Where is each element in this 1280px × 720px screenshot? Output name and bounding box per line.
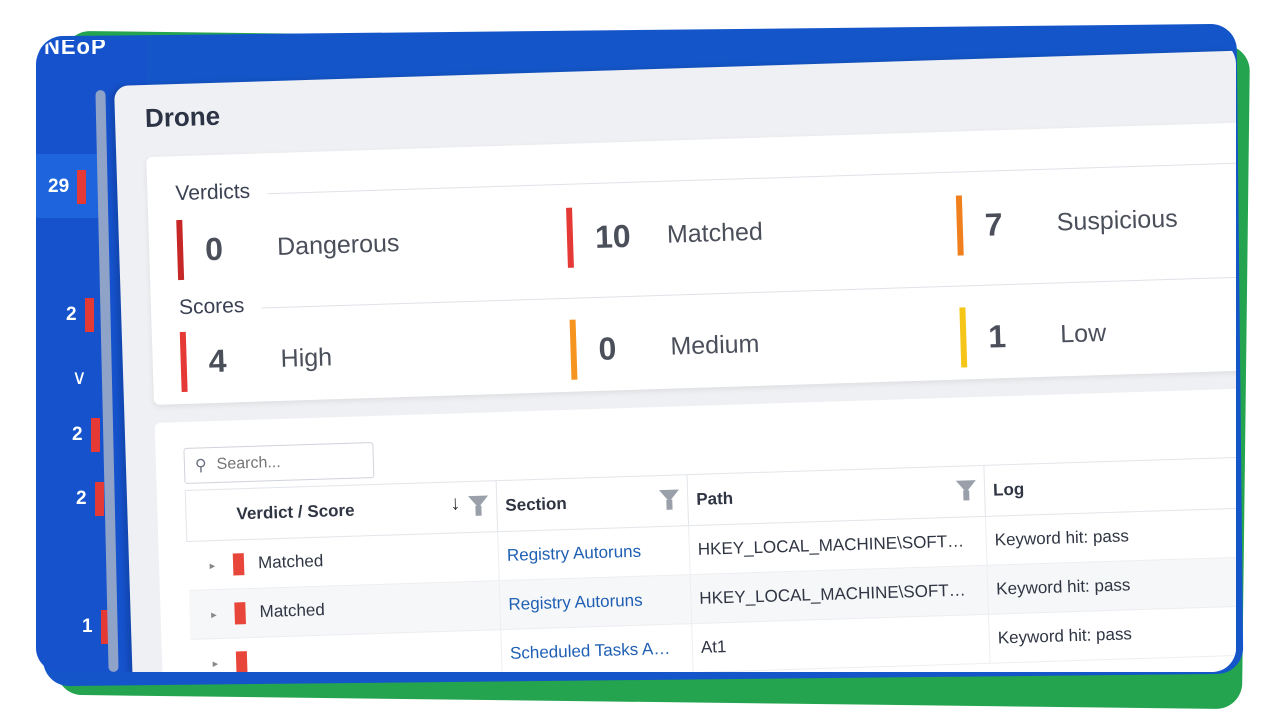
verdict-cell: Matched <box>257 551 324 573</box>
expand-caret-icon[interactable]: ▸ <box>211 610 217 622</box>
filter-icon[interactable] <box>658 489 680 503</box>
stat-value: 10 <box>594 217 632 255</box>
verdict-color-bar <box>234 602 246 625</box>
stat-value: 7 <box>984 205 1004 243</box>
sidebar-item-3[interactable]: 2 <box>72 418 100 452</box>
search-box[interactable]: ⚲ <box>183 442 375 484</box>
stat-low[interactable]: 1 Low <box>959 303 1107 368</box>
verdicts-label: Verdicts <box>175 179 251 206</box>
path-cell: At1 <box>700 637 727 657</box>
sidebar-item-2[interactable]: 2 <box>66 298 94 332</box>
sidebar-item-1[interactable]: 29 <box>48 170 87 204</box>
chevron-down-icon[interactable]: ∨ <box>72 365 87 390</box>
verdict-cell: Matched <box>259 600 326 622</box>
results-table: Verdict / Score ↓ Section Path Log ▸ Mat… <box>185 456 1236 672</box>
column-header-section[interactable]: Section <box>496 474 689 532</box>
expand-caret-icon[interactable]: ▸ <box>213 658 219 670</box>
section-link[interactable]: Registry Autoruns <box>508 591 643 614</box>
log-cell: Keyword hit: pass <box>995 575 1131 599</box>
severity-bar <box>94 482 104 516</box>
summary-card: Verdicts 0 Dangerous 10 Matched 7 Suspic… <box>146 121 1236 405</box>
expand-caret-icon[interactable]: ▸ <box>209 561 215 573</box>
column-header-log[interactable]: Log <box>983 456 1236 517</box>
brand-logo: NEoP <box>44 40 107 59</box>
filter-icon[interactable] <box>955 480 977 493</box>
verdict-color-bar <box>235 651 248 672</box>
sidebar-item-4[interactable]: 2 <box>76 482 104 516</box>
filter-icon[interactable] <box>468 495 489 509</box>
section-link[interactable]: Scheduled Tasks A… <box>510 639 671 663</box>
verdicts-divider <box>267 162 1236 195</box>
stat-color-bar <box>569 319 578 380</box>
path-cell: HKEY_LOCAL_MACHINE\SOFT… <box>697 531 965 559</box>
stat-color-bar <box>176 219 185 281</box>
stat-matched[interactable]: 10 Matched <box>566 202 764 268</box>
sidebar-item-count: 2 <box>66 304 77 325</box>
section-link[interactable]: Registry Autoruns <box>507 542 642 565</box>
stat-label: Suspicious <box>1056 204 1179 236</box>
stat-label: High <box>280 342 333 373</box>
severity-bar <box>77 170 87 204</box>
verdict-cell <box>261 651 262 670</box>
stat-dangerous[interactable]: 0 Dangerous <box>176 213 400 281</box>
stat-color-bar <box>955 195 964 256</box>
main-panel: Drone Verdicts 0 Dangerous 10 Matched 7 … <box>114 50 1236 672</box>
severity-bar <box>84 298 94 332</box>
sidebar-item-count: 2 <box>72 424 83 445</box>
stat-label: Dangerous <box>276 228 400 261</box>
verdict-color-bar <box>232 553 245 576</box>
stat-medium[interactable]: 0 Medium <box>569 314 761 380</box>
scores-label: Scores <box>178 294 245 320</box>
search-icon: ⚲ <box>194 457 207 475</box>
stat-color-bar <box>566 207 574 268</box>
column-header-path[interactable]: Path <box>686 465 986 526</box>
severity-bar <box>90 418 100 452</box>
page-title: Drone <box>144 100 221 134</box>
stat-value: 4 <box>208 342 228 379</box>
sidebar-item-count: 1 <box>82 616 93 637</box>
stat-suspicious[interactable]: 7 Suspicious <box>955 189 1179 256</box>
path-cell: HKEY_LOCAL_MACHINE\SOFT… <box>699 580 966 608</box>
log-cell: Keyword hit: pass <box>994 526 1130 550</box>
results-card: ⚲ Verdict / Score ↓ Section <box>154 387 1236 672</box>
stat-label: Low <box>1059 318 1107 348</box>
stat-value: 0 <box>597 329 617 367</box>
sidebar-item-5[interactable]: 1 <box>82 610 110 644</box>
stat-high[interactable]: 4 High <box>179 327 333 393</box>
stat-value: 1 <box>987 317 1007 355</box>
stat-value: 0 <box>204 230 224 267</box>
column-header-verdict[interactable]: Verdict / Score ↓ <box>185 480 498 542</box>
stat-color-bar <box>959 307 968 368</box>
sidebar-item-count: 2 <box>76 488 87 509</box>
sort-arrow-icon[interactable]: ↓ <box>450 492 461 515</box>
log-cell: Keyword hit: pass <box>997 624 1133 648</box>
app-window: NEoP 29 2 ∨ 2 2 1 Drone Verdicts 0 Dange… <box>36 40 1236 672</box>
stat-color-bar <box>179 331 188 393</box>
sidebar-item-count: 29 <box>48 176 70 197</box>
stat-label: Matched <box>666 217 764 249</box>
stat-label: Medium <box>670 329 760 361</box>
search-input[interactable] <box>214 450 369 476</box>
